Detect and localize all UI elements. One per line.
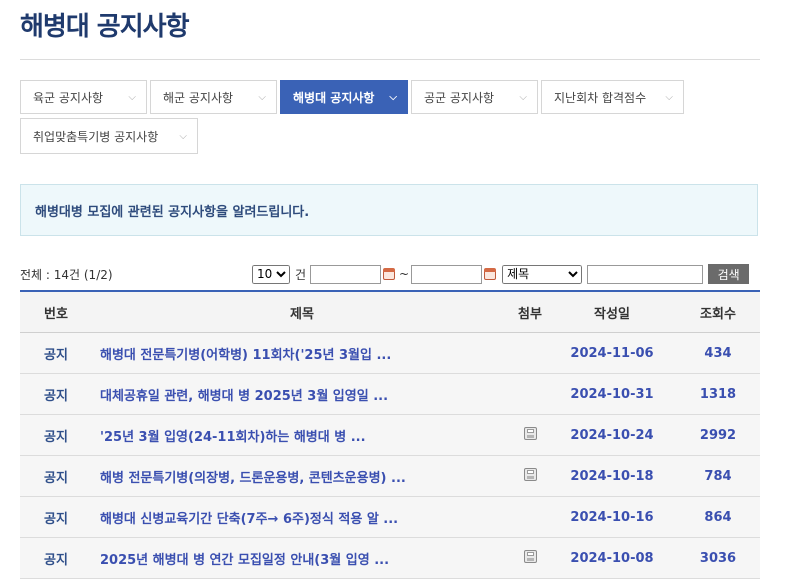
tab-label: 지난회차 합격점수 (554, 90, 647, 105)
tab-label: 공군 공지사항 (424, 90, 495, 105)
calendar-icon[interactable] (383, 267, 397, 281)
row-title-link[interactable]: 해병대 신병교육기간 단축(7주→ 6주)정식 적용 알 ... (100, 512, 398, 527)
row-attach (512, 549, 548, 567)
header-no: 번호 (44, 306, 68, 322)
row-no: 공지 (44, 429, 68, 445)
search-field-select[interactable]: 제목 (502, 264, 583, 284)
search-bar: 10 건 ~ 제목 검색 (252, 264, 750, 284)
table-row[interactable]: 공지 2025년 해병대 병 연간 모집일정 안내(3월 입영 ... 2024… (20, 538, 760, 579)
row-views: 434 (704, 345, 732, 361)
tab-passing-scores[interactable]: 지난회차 합격점수 ⌵ (541, 80, 684, 114)
date-range-separator: ~ (399, 267, 410, 281)
info-text: 해병대병 모집에 관련된 공지사항을 알려드립니다. (35, 204, 310, 220)
tab-label: 취업맞춤특기병 공지사항 (33, 129, 159, 144)
table-row[interactable]: 공지 해병 전문특기병(의장병, 드론운용병, 콘텐츠운용병) ... 2024… (20, 456, 760, 497)
chevron-down-icon: ⌵ (665, 91, 673, 103)
tab-marine-notices[interactable]: 해병대 공지사항 ⌵ (280, 80, 408, 114)
tab-job-specialty-notices[interactable]: 취업맞춤특기병 공지사항 ⌵ (20, 118, 198, 154)
row-views: 864 (704, 509, 732, 525)
row-date: 2024-10-31 (570, 386, 654, 402)
title-divider (20, 59, 760, 60)
file-attachment-icon[interactable] (523, 549, 537, 563)
table-row[interactable]: 공지 '25년 3월 입영(24-11회차)하는 해병대 병 ... 2024-… (20, 415, 760, 456)
tab-army-notices[interactable]: 육군 공지사항 ⌵ (20, 80, 147, 114)
row-title-link[interactable]: 해병 전문특기병(의장병, 드론운용병, 콘텐츠운용병) ... (100, 471, 406, 486)
row-no: 공지 (44, 347, 68, 363)
row-date: 2024-10-24 (570, 427, 654, 443)
row-no: 공지 (44, 470, 68, 486)
page-title: 해병대 공지사항 (20, 12, 189, 42)
file-attachment-icon[interactable] (523, 426, 537, 440)
row-views: 784 (704, 468, 732, 484)
row-title-link[interactable]: '25년 3월 입영(24-11회차)하는 해병대 병 ... (100, 430, 366, 445)
tab-navy-notices[interactable]: 해군 공지사항 ⌵ (150, 80, 277, 114)
total-count: 전체 : 14건 (1/2) (20, 268, 113, 282)
chevron-down-icon: ⌵ (128, 91, 136, 103)
search-button[interactable]: 검색 (708, 264, 750, 284)
page-size-unit: 건 (295, 267, 307, 282)
table-header: 번호 제목 첨부 작성일 조회수 (20, 290, 760, 333)
chevron-down-icon: ⌵ (258, 91, 266, 103)
row-date: 2024-10-18 (570, 468, 654, 484)
row-attach (512, 426, 548, 444)
row-attach (512, 467, 548, 485)
header-views: 조회수 (700, 306, 736, 322)
row-date: 2024-11-06 (570, 345, 654, 361)
info-banner: 해병대병 모집에 관련된 공지사항을 알려드립니다. (20, 184, 758, 236)
tab-label: 육군 공지사항 (33, 90, 104, 105)
table-row[interactable]: 공지 해병대 전문특기병(어학병) 11회차('25년 3월입 ... 2024… (20, 333, 760, 374)
start-date-input[interactable] (310, 264, 382, 284)
search-keyword-input[interactable] (587, 264, 704, 284)
row-no: 공지 (44, 388, 68, 404)
tab-label: 해군 공지사항 (163, 90, 234, 105)
row-no: 공지 (44, 511, 68, 527)
table-row[interactable]: 공지 해병대 신병교육기간 단축(7주→ 6주)정식 적용 알 ... 2024… (20, 497, 760, 538)
row-date: 2024-10-16 (570, 509, 654, 525)
row-views: 2992 (699, 427, 737, 443)
chevron-down-icon: ⌵ (179, 130, 187, 142)
calendar-icon[interactable] (484, 267, 498, 281)
chevron-down-icon: ⌵ (519, 91, 527, 103)
table-row[interactable]: 공지 대체공휴일 관련, 해병대 병 2025년 3월 입영일 ... 2024… (20, 374, 760, 415)
chevron-down-icon: ⌵ (389, 91, 397, 103)
row-title-link[interactable]: 해병대 전문특기병(어학병) 11회차('25년 3월입 ... (100, 348, 391, 363)
header-date: 작성일 (594, 306, 630, 322)
notice-table: 번호 제목 첨부 작성일 조회수 공지 해병대 전문특기병(어학병) 11회차(… (20, 290, 760, 579)
tab-label: 해병대 공지사항 (293, 90, 375, 105)
row-title-link[interactable]: 대체공휴일 관련, 해병대 병 2025년 3월 입영일 ... (100, 389, 388, 404)
row-date: 2024-10-08 (570, 550, 654, 566)
header-attach: 첨부 (518, 306, 542, 322)
file-attachment-icon[interactable] (523, 467, 537, 481)
row-views: 3036 (699, 550, 737, 566)
row-title-link[interactable]: 2025년 해병대 병 연간 모집일정 안내(3월 입영 ... (100, 553, 389, 568)
end-date-input[interactable] (411, 264, 483, 284)
tab-airforce-notices[interactable]: 공군 공지사항 ⌵ (411, 80, 538, 114)
row-no: 공지 (44, 552, 68, 568)
page-size-select[interactable]: 10 (252, 264, 290, 284)
row-views: 1318 (699, 386, 737, 402)
header-title: 제목 (290, 306, 314, 322)
